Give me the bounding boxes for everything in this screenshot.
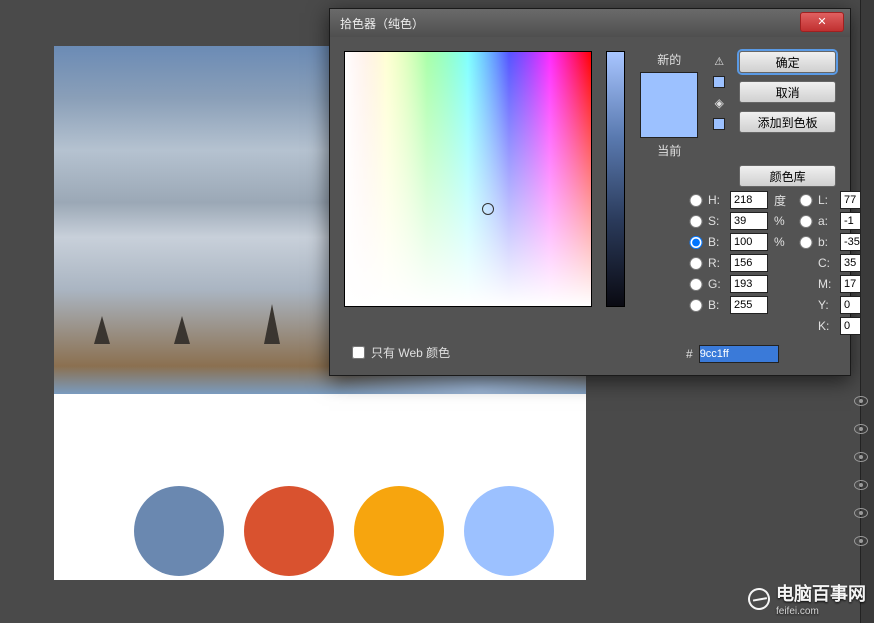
- hex-prefix: #: [686, 347, 693, 361]
- color-field[interactable]: [344, 51, 592, 307]
- add-swatch-button[interactable]: 添加到色板: [739, 111, 836, 133]
- label-m: M:: [818, 277, 836, 291]
- radio-l[interactable]: [798, 194, 814, 207]
- eye-icon[interactable]: [854, 452, 868, 462]
- web-only-label: 只有 Web 颜色: [371, 344, 450, 361]
- radio-bh[interactable]: [688, 236, 704, 249]
- label-h: H:: [708, 193, 726, 207]
- current-label: 当前: [657, 142, 681, 159]
- web-only-checkbox[interactable]: [352, 346, 365, 359]
- radio-b[interactable]: [798, 236, 814, 249]
- swatch-2: [244, 486, 334, 576]
- hex-input[interactable]: [699, 345, 779, 363]
- input-s[interactable]: [730, 212, 768, 230]
- new-label: 新的: [657, 51, 681, 68]
- swatch-3: [354, 486, 444, 576]
- radio-bc[interactable]: [688, 299, 704, 312]
- eye-icon[interactable]: [854, 480, 868, 490]
- watermark: 电脑百事网 feifei.com: [748, 580, 866, 617]
- input-h[interactable]: [730, 191, 768, 209]
- label-g: G:: [708, 277, 726, 291]
- unit-bh: %: [774, 235, 794, 249]
- input-r[interactable]: [730, 254, 768, 272]
- label-b: b:: [818, 235, 836, 249]
- close-button[interactable]: ✕: [800, 12, 844, 32]
- cube-icon: ◈: [715, 96, 724, 110]
- label-y: Y:: [818, 298, 836, 312]
- layer-visibility: [854, 396, 868, 546]
- dialog-titlebar[interactable]: 拾色器（纯色） ✕: [330, 9, 850, 37]
- swatch-1: [134, 486, 224, 576]
- radio-r[interactable]: [688, 257, 704, 270]
- color-value-fields: H:度 L: S:% a: B:% b: R: C:% G: M:% B: Y:…: [688, 191, 874, 335]
- eye-icon[interactable]: [854, 508, 868, 518]
- warn-swatch[interactable]: [713, 76, 725, 88]
- radio-g[interactable]: [688, 278, 704, 291]
- eye-icon[interactable]: [854, 424, 868, 434]
- swatch-row: [134, 486, 554, 576]
- dialog-title: 拾色器（纯色）: [340, 15, 424, 32]
- label-r: R:: [708, 256, 726, 270]
- eye-icon[interactable]: [854, 396, 868, 406]
- warning-icon: ⚠: [714, 55, 724, 68]
- label-l: L:: [818, 193, 836, 207]
- label-k: K:: [818, 319, 836, 333]
- radio-h[interactable]: [688, 194, 704, 207]
- label-bc: B:: [708, 298, 726, 312]
- radio-a[interactable]: [798, 215, 814, 228]
- input-g[interactable]: [730, 275, 768, 293]
- watermark-logo-icon: [745, 584, 773, 612]
- radio-s[interactable]: [688, 215, 704, 228]
- label-c: C:: [818, 256, 836, 270]
- swatch-4: [464, 486, 554, 576]
- watermark-sub: feifei.com: [776, 606, 866, 617]
- input-bc[interactable]: [730, 296, 768, 314]
- picker-indicator: [482, 203, 494, 215]
- ok-button[interactable]: 确定: [739, 51, 836, 73]
- input-bh[interactable]: [730, 233, 768, 251]
- cube-swatch[interactable]: [713, 118, 725, 130]
- color-picker-dialog: 拾色器（纯色） ✕ 新的 当前 ⚠ ◈ 确定 取消 添加到色板 颜色库: [329, 8, 851, 376]
- eye-icon[interactable]: [854, 536, 868, 546]
- hue-slider[interactable]: [606, 51, 625, 307]
- label-a: a:: [818, 214, 836, 228]
- cancel-button[interactable]: 取消: [739, 81, 836, 103]
- unit-s: %: [774, 214, 794, 228]
- label-bh: B:: [708, 235, 726, 249]
- watermark-text: 电脑百事网: [776, 580, 866, 606]
- unit-h: 度: [774, 192, 794, 209]
- color-preview: [640, 72, 698, 138]
- color-library-button[interactable]: 颜色库: [739, 165, 836, 187]
- label-s: S:: [708, 214, 726, 228]
